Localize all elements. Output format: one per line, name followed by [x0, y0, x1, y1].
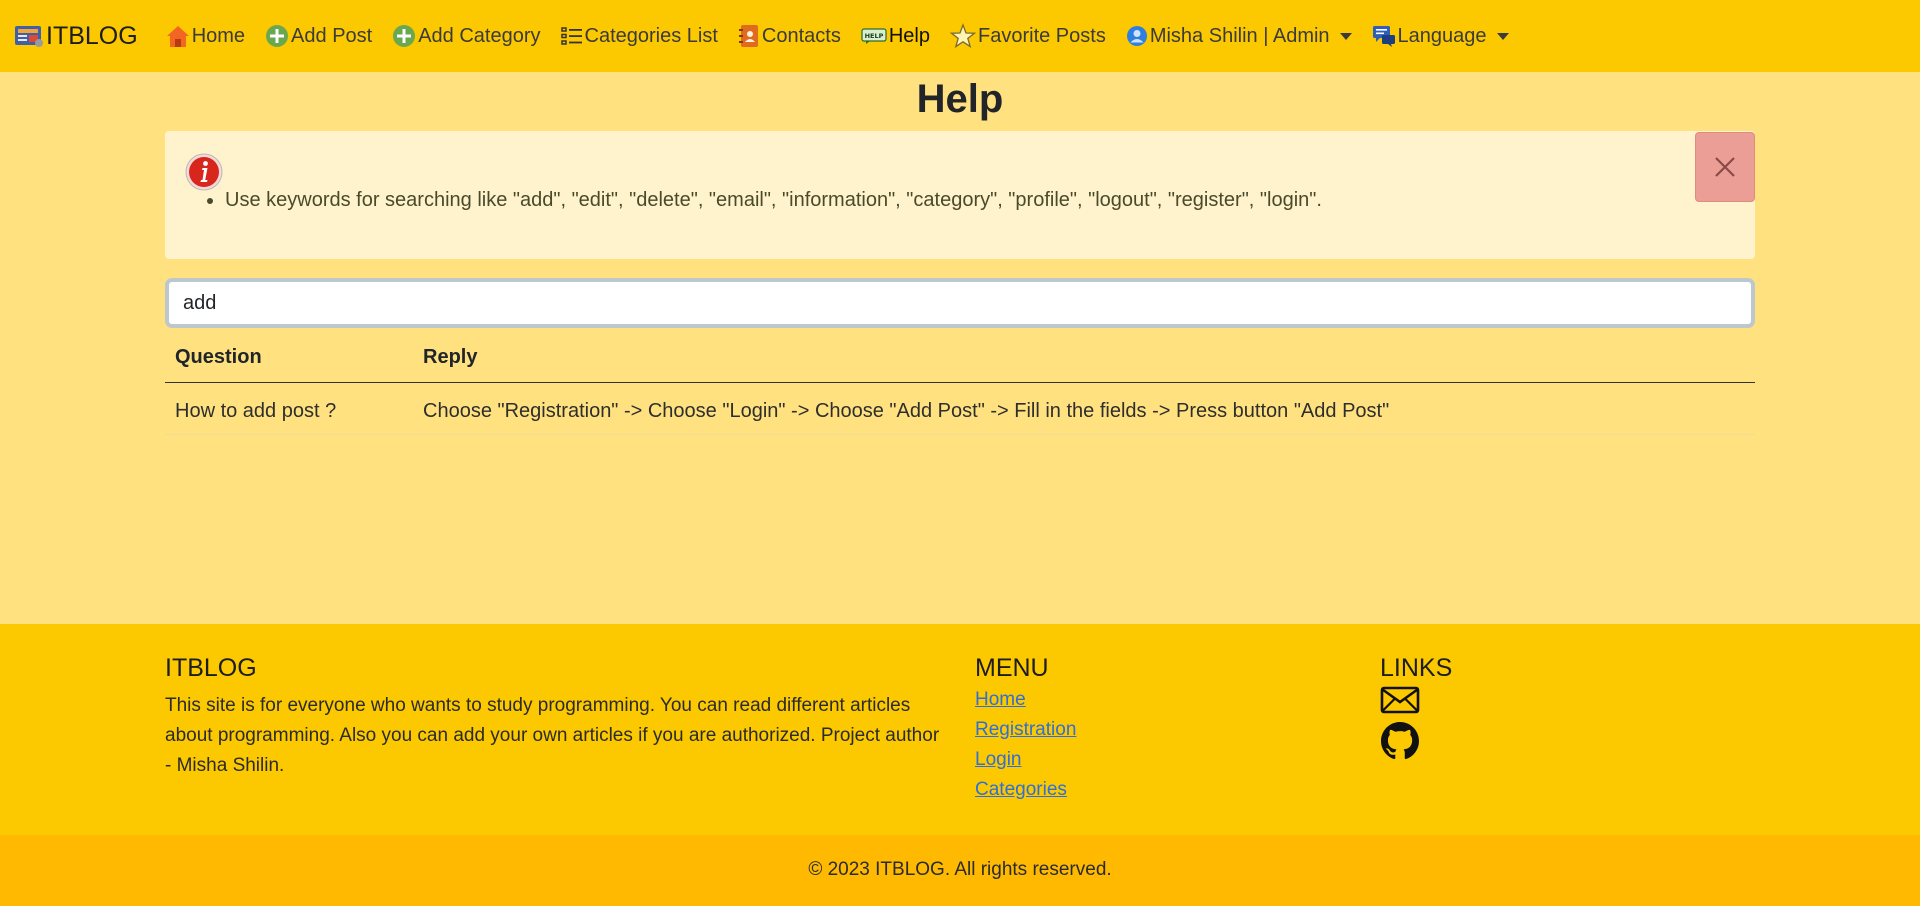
nav-contacts-label: Contacts — [761, 24, 841, 47]
nav-language-label: Language — [1397, 24, 1487, 47]
footer-links: LINKS — [1380, 654, 1452, 765]
nav-categories-list[interactable]: Categories List — [560, 24, 718, 48]
page-title: Help — [916, 77, 1004, 121]
footer-links-title: LINKS — [1380, 654, 1453, 682]
envelope-icon — [1380, 686, 1420, 714]
nav-categories-list-label: Categories List — [584, 24, 718, 47]
footer-about-title: ITBLOG — [165, 654, 257, 682]
alert-message: Use keywords for searching like "add", "… — [225, 189, 1322, 212]
github-icon — [1381, 722, 1419, 760]
nav-language-dropdown[interactable]: Language — [1372, 25, 1509, 48]
navbar: ITBLOG Home Add Post Add Category Catego… — [0, 0, 1920, 72]
address-book-icon — [738, 25, 758, 47]
home-icon — [166, 26, 189, 47]
footer-about: ITBLOG This site is for everyone who wan… — [165, 654, 945, 781]
help-search-input[interactable] — [165, 278, 1755, 328]
nav-user-label: Misha Shilin | Admin — [1149, 24, 1330, 47]
close-icon — [1715, 157, 1735, 177]
nav-home[interactable]: Home — [166, 24, 245, 48]
nav-add-post[interactable]: Add Post — [265, 24, 372, 48]
footer-link-login[interactable]: Login — [975, 745, 1076, 775]
chevron-down-icon — [1496, 32, 1509, 40]
star-icon — [950, 23, 976, 49]
brand-name: ITBLOG — [46, 21, 138, 50]
nav-user-dropdown[interactable]: Misha Shilin | Admin — [1126, 25, 1352, 48]
nav-add-category-label: Add Category — [418, 24, 541, 47]
nav-contacts[interactable]: Contacts — [738, 24, 841, 48]
help-badge-icon: HELP — [861, 28, 887, 44]
chevron-down-icon — [1339, 32, 1352, 40]
user-icon — [1126, 26, 1147, 46]
github-link[interactable] — [1380, 722, 1452, 765]
copyright-bar: © 2023 ITBLOG. All rights reserved. — [0, 835, 1920, 906]
nav-favorite-posts-label: Favorite Posts — [978, 24, 1106, 47]
footer-menu: MENU Home Registration Login Categories — [975, 654, 1076, 805]
alert-keyword-list: Use keywords for searching like "add", "… — [179, 189, 1322, 212]
plus-circle-icon — [393, 25, 416, 47]
nav-help-label: Help — [888, 24, 930, 47]
question-cell: How to add post ? — [165, 382, 413, 435]
table-header-row: Question Reply — [165, 334, 1755, 383]
chat-icon — [1372, 26, 1395, 47]
help-badge-text: HELP — [864, 32, 883, 40]
table-row: How to add post ? Choose "Registration" … — [165, 382, 1755, 435]
plus-circle-icon — [266, 25, 289, 47]
close-alert-button[interactable] — [1695, 132, 1755, 202]
nav-home-label: Home — [191, 24, 246, 47]
footer-link-home[interactable]: Home — [975, 685, 1076, 715]
footer-link-categories[interactable]: Categories — [975, 775, 1076, 805]
brand-link[interactable]: ITBLOG — [14, 22, 138, 51]
column-header-question: Question — [165, 334, 413, 383]
help-table: Question Reply How to add post ? Choose … — [165, 334, 1755, 435]
help-info-alert: Use keywords for searching like "add", "… — [165, 131, 1755, 259]
nav-add-post-label: Add Post — [291, 24, 373, 47]
reply-cell: Choose "Registration" -> Choose "Login" … — [413, 382, 1755, 435]
list-icon — [560, 27, 582, 45]
column-header-reply: Reply — [413, 334, 1755, 383]
email-link[interactable] — [1380, 685, 1452, 720]
blog-logo-icon — [15, 26, 43, 47]
copyright-text: © 2023 ITBLOG. All rights reserved. — [808, 859, 1112, 880]
nav-help[interactable]: HELP Help — [861, 25, 930, 48]
footer-menu-title: MENU — [975, 654, 1049, 682]
footer-link-registration[interactable]: Registration — [975, 715, 1076, 745]
footer-about-text: This site is for everyone who wants to s… — [165, 695, 940, 776]
footer: ITBLOG This site is for everyone who wan… — [0, 624, 1920, 835]
nav-favorite-posts[interactable]: Favorite Posts — [950, 23, 1106, 49]
nav-add-category[interactable]: Add Category — [392, 24, 541, 48]
info-icon — [185, 153, 223, 191]
